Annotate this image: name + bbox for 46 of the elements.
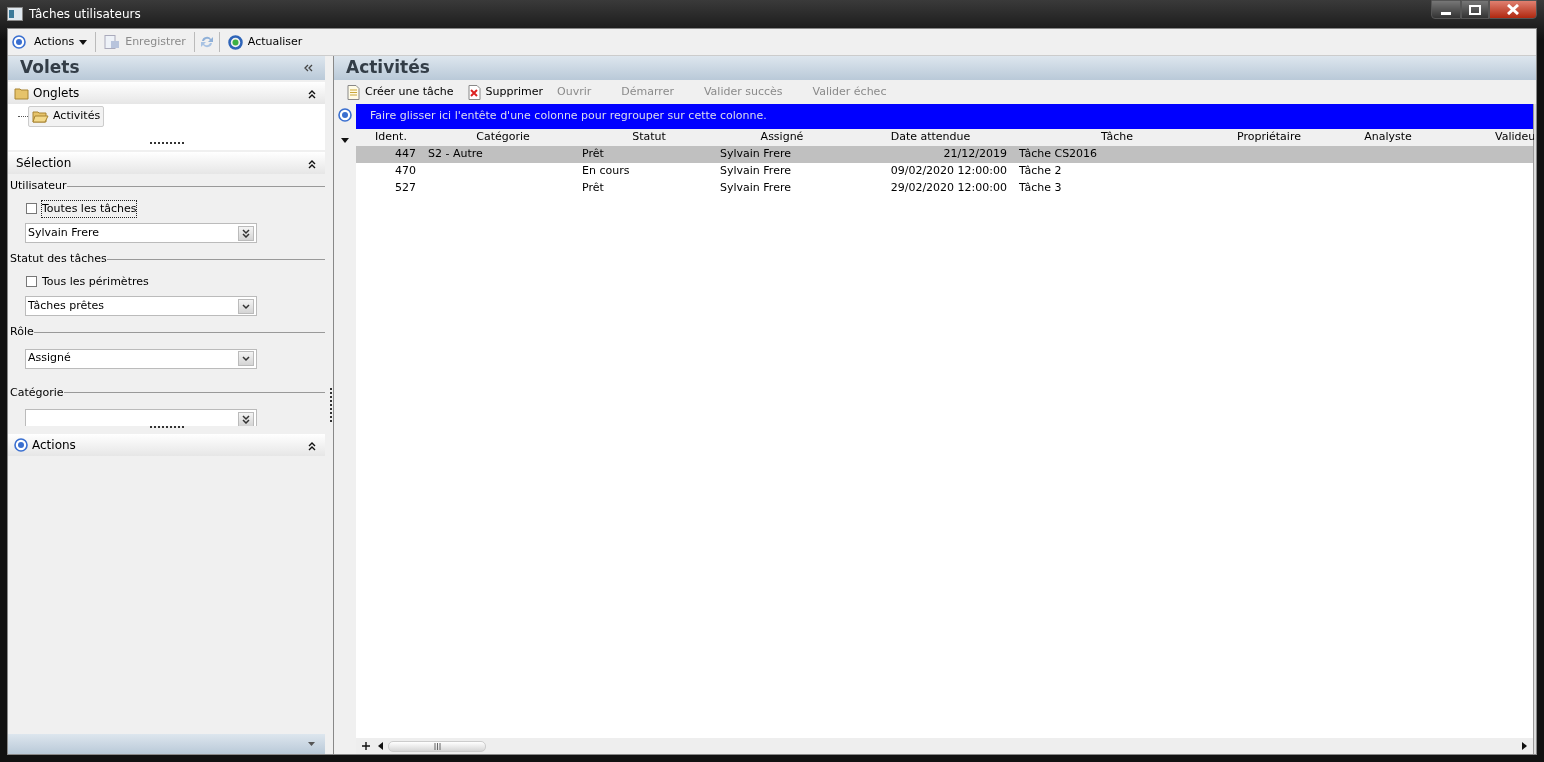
panel-title: Activités: [346, 56, 430, 80]
actions-menu[interactable]: Actions: [30, 32, 92, 52]
table-cell-text: 09/02/2020 12:00:00: [889, 163, 1008, 180]
column-header[interactable]: Assigné: [718, 129, 846, 146]
column-header[interactable]: Tâche: [1015, 129, 1219, 146]
column-header[interactable]: Date attendue: [846, 129, 1015, 146]
column-header[interactable]: Propriétaire: [1219, 129, 1319, 146]
refresh-button[interactable]: Actualiser: [223, 32, 307, 52]
section-title: Actions: [32, 437, 76, 454]
table-cell-text: 29/02/2020 12:00:00: [889, 180, 1008, 197]
column-header[interactable]: Catégorie: [426, 129, 580, 146]
group-label: Utilisateur: [10, 178, 67, 194]
table-cell-text: S2 - Autre: [427, 146, 484, 163]
action-button[interactable]: Supprimer: [462, 83, 549, 101]
section-title: Sélection: [16, 155, 72, 172]
table-cell-text: 470: [394, 163, 417, 180]
dropdown-field[interactable]: Assigné: [25, 348, 257, 369]
table-cell-text: Prêt: [581, 180, 605, 197]
dropdown-field[interactable]: Tâches prêtes: [25, 296, 257, 316]
table-cell-text: En cours: [581, 163, 631, 180]
table-cell-text: Prêt: [581, 146, 605, 163]
table-cell-text: Tâche CS2016: [1018, 146, 1099, 163]
table-cell-text: Sylvain Frere: [719, 180, 792, 197]
table-cell-text: 447: [394, 146, 417, 163]
group-label: Catégorie: [10, 384, 64, 401]
table-cell-text: 21/12/2019: [942, 146, 1008, 163]
column-header[interactable]: Valideu: [1457, 129, 1535, 146]
dropdown-field[interactable]: Sylvain Frere: [25, 223, 257, 243]
group-label: Rôle: [10, 324, 34, 340]
table-cell-text: Sylvain Frere: [719, 146, 792, 163]
checkbox-label[interactable]: Toutes les tâches: [42, 200, 137, 217]
group-by-bar: Faire glisser ici l'entête d'une colonne pour regrouper sur cette colonne.: [356, 104, 1533, 129]
checkbox-label[interactable]: Tous les périmètres: [42, 273, 149, 290]
table-cell-text: Sylvain Frere: [719, 163, 792, 180]
window-title: Tâches utilisateurs: [29, 6, 141, 23]
column-header[interactable]: Statut: [580, 129, 718, 146]
tree-item[interactable]: Activités: [28, 106, 105, 127]
panel-title: Volets: [20, 56, 80, 80]
action-button[interactable]: Créer une tâche: [342, 83, 459, 101]
table-cell-text: Tâche 3: [1018, 180, 1063, 197]
section-title: Onglets: [33, 85, 80, 102]
table-cell-text: 527: [394, 180, 417, 197]
table-cell-text: Tâche 2: [1018, 163, 1063, 180]
column-header[interactable]: Analyste: [1319, 129, 1457, 146]
column-header[interactable]: Ident.: [356, 129, 426, 146]
group-label: Statut des tâches: [10, 251, 107, 267]
